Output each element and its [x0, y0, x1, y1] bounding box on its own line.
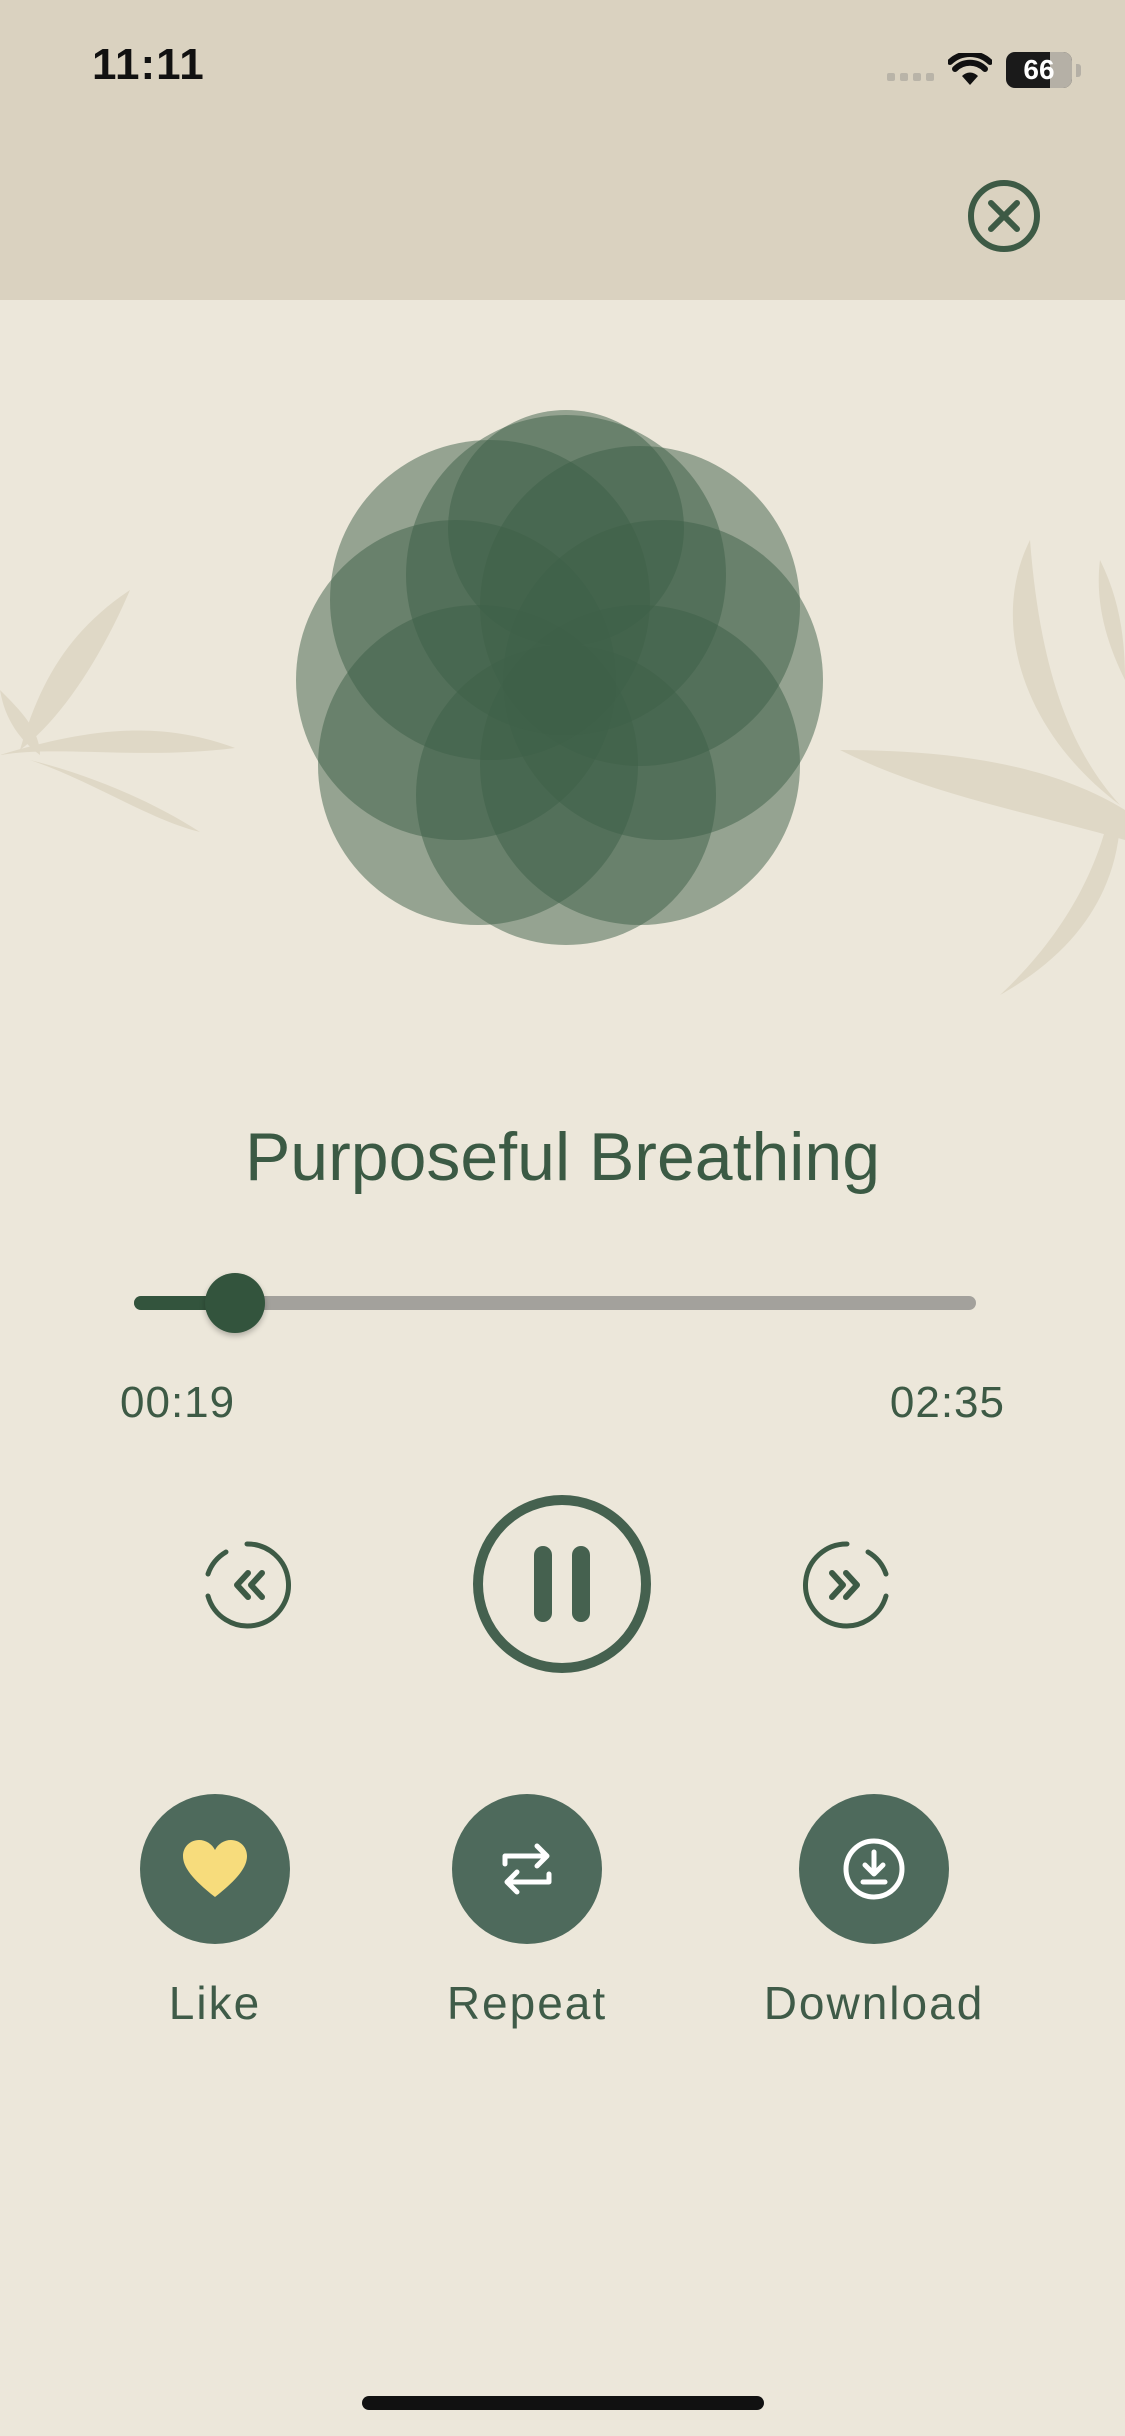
playback-progress-slider[interactable]	[134, 1273, 976, 1333]
like-label: Like	[168, 1977, 262, 2029]
heart-icon	[183, 1840, 247, 1897]
pause-icon	[534, 1546, 552, 1622]
breathing-flower-art	[296, 410, 823, 945]
total-time: 02:35	[889, 1378, 1005, 1427]
elapsed-time: 00:19	[120, 1378, 236, 1427]
rewind-icon[interactable]	[202, 1540, 292, 1630]
repeat-label: Repeat	[446, 1977, 608, 2029]
home-indicator[interactable]	[362, 2396, 764, 2410]
fast-forward-icon[interactable]	[802, 1540, 892, 1630]
download-icon	[843, 1838, 905, 1900]
repeat-button[interactable]	[452, 1794, 602, 1944]
like-button[interactable]	[140, 1794, 290, 1944]
repeat-icon	[502, 1843, 552, 1895]
download-label: Download	[763, 1977, 985, 2029]
pause-button[interactable]	[472, 1494, 652, 1674]
progress-knob[interactable]	[205, 1273, 266, 1333]
track-title: Purposeful Breathing	[244, 1119, 881, 1195]
download-button[interactable]	[799, 1794, 949, 1944]
